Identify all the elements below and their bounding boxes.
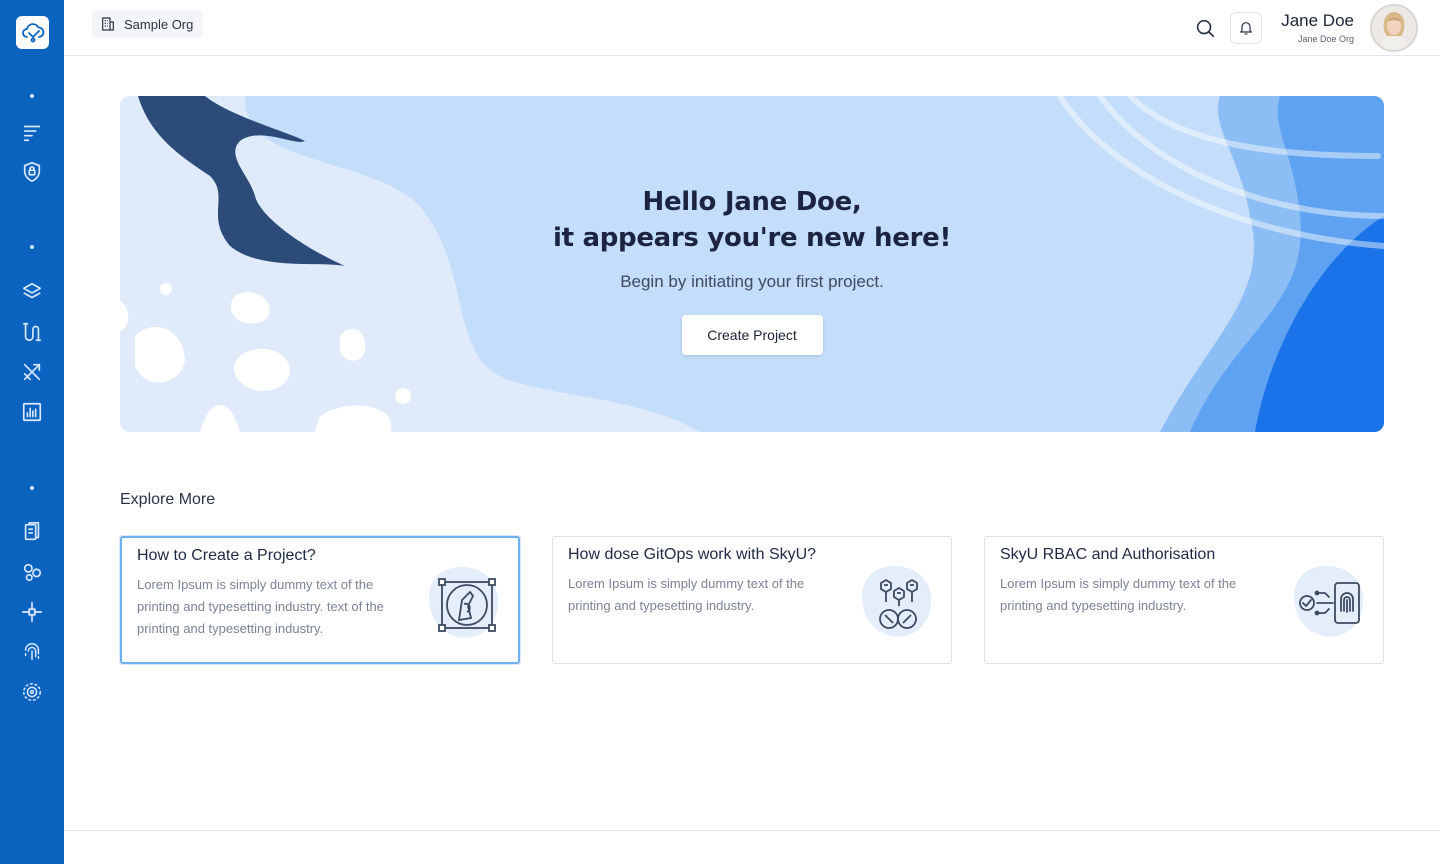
shield-lock-icon[interactable] [20,160,44,184]
tools-icon[interactable] [20,360,44,384]
org-selector[interactable]: Sample Org [92,10,204,38]
top-header: Sample Org Jane Doe Jane Doe Org [64,0,1440,56]
org-name: Sample Org [124,16,194,32]
user-name[interactable]: Jane Doe [1281,11,1354,31]
footer-divider [64,830,1440,831]
explore-more-heading: Explore More [120,491,216,508]
hero-content: Hello Jane Doe, it appears you're new he… [502,184,1002,355]
explore-card-rbac[interactable]: SkyU RBAC and Authorisation Lorem Ipsum … [984,536,1384,664]
hero-title: Hello Jane Doe, it appears you're new he… [502,184,1002,256]
layers-icon[interactable] [20,280,44,304]
hero-subtitle: Begin by initiating your first project. [620,272,884,291]
design-pen-icon [426,560,502,644]
avatar[interactable] [1370,4,1418,52]
fingerprint-auth-icon [1291,559,1367,643]
section-dot [30,245,34,249]
card-title: How dose GitOps work with SkyU? [568,546,817,563]
hero-title-line2: it appears you're new here! [552,223,952,253]
explore-card-gitops[interactable]: How dose GitOps work with SkyU? Lorem Ip… [552,536,952,664]
card-description: Lorem Ipsum is simply dummy text of the … [1000,576,1237,613]
create-project-button[interactable]: Create Project [681,315,823,355]
circles-icon[interactable] [20,560,44,584]
card-description: Lorem Ipsum is simply dummy text of the … [137,577,384,636]
card-description: Lorem Ipsum is simply dummy text of the … [568,576,805,613]
documents-icon[interactable] [20,520,44,544]
cloud-logo-icon[interactable] [16,16,49,49]
target-settings-icon[interactable] [20,680,44,704]
bar-chart-icon[interactable] [20,400,44,424]
building-icon [102,17,114,31]
menu-lines-icon[interactable] [20,120,44,144]
hero-title-line1: Hello Jane Doe, [642,187,862,217]
card-title: SkyU RBAC and Authorisation [1000,546,1216,563]
user-org: Jane Doe Org [1297,34,1354,44]
section-dot [30,486,34,490]
fingerprint-icon[interactable] [20,640,44,664]
welcome-banner: Hello Jane Doe, it appears you're new he… [120,96,1384,432]
notification-bell-button[interactable] [1230,12,1262,44]
explore-card-create-project[interactable]: How to Create a Project? Lorem Ipsum is … [120,536,520,664]
card-title: How to Create a Project? [137,547,316,564]
search-icon[interactable] [1194,17,1216,39]
bell-icon [1240,22,1252,35]
connectors-icon[interactable] [20,600,44,624]
gitops-icon [859,559,935,643]
sidebar [0,0,64,864]
section-dot [30,94,34,98]
pipeline-icon[interactable] [20,320,44,344]
